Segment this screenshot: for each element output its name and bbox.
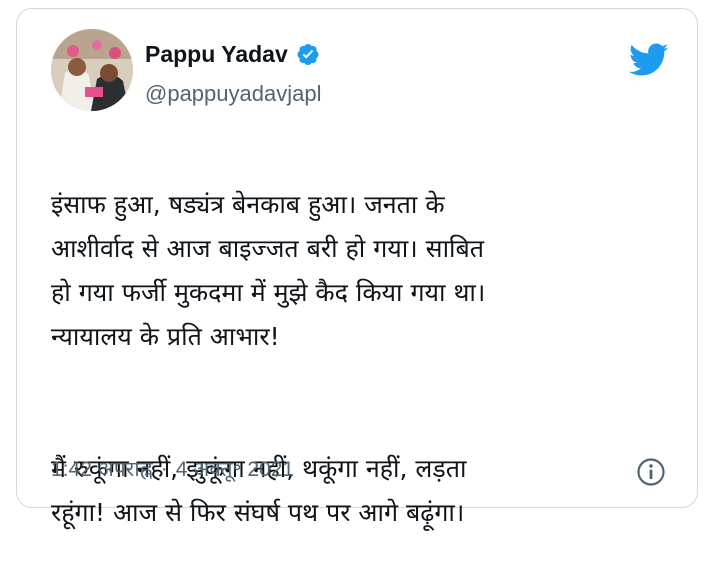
twitter-bird-icon[interactable] bbox=[629, 43, 669, 77]
info-icon[interactable] bbox=[636, 457, 666, 487]
profile-photo bbox=[51, 29, 133, 111]
timestamp-separator: · bbox=[160, 457, 168, 480]
author-display-name[interactable]: Pappu Yadav bbox=[145, 41, 288, 68]
tweet-timestamp[interactable]: 1:42 अपराह्न · 4 अक्तू॰ 2021 bbox=[51, 455, 294, 483]
author-name-row[interactable]: Pappu Yadav bbox=[145, 39, 320, 69]
tweet-paragraph-1: इंसाफ हुआ, षड्यंत्र बेनकाब हुआ। जनता के … bbox=[51, 190, 486, 351]
author-handle[interactable]: @pappuyadavjapl bbox=[145, 81, 321, 107]
tweet-time[interactable]: 1:42 अपराह्न bbox=[51, 455, 153, 483]
avatar[interactable] bbox=[51, 29, 133, 111]
verified-badge-icon bbox=[297, 44, 319, 65]
tweet-text: इंसाफ हुआ, षड्यंत्र बेनकाब हुआ। जनता के … bbox=[51, 139, 691, 579]
tweet-date[interactable]: 4 अक्तू॰ 2021 bbox=[176, 455, 294, 483]
tweet-card[interactable]: Pappu Yadav @pappuyadavjapl इंसाफ हुआ, ष… bbox=[16, 8, 698, 527]
